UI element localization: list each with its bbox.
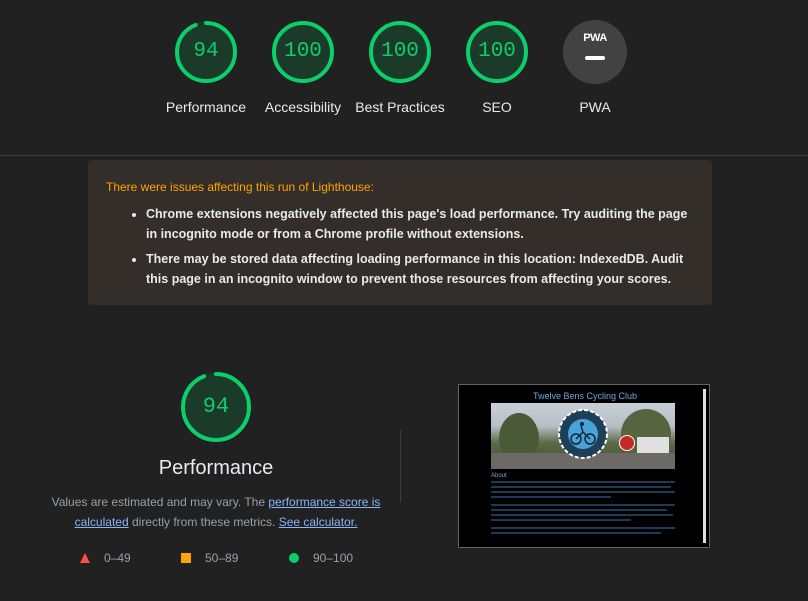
circle-icon — [289, 553, 299, 563]
gauge-label: Accessibility — [264, 99, 342, 115]
screenshot-banner-image — [491, 403, 675, 469]
square-icon — [181, 553, 191, 563]
performance-description: Values are estimated and may vary. The p… — [40, 492, 392, 532]
final-screenshot[interactable]: Twelve Bens Cycling Club About — [458, 384, 710, 548]
warning-item: There may be stored data affecting loadi… — [146, 249, 694, 289]
pwa-badge: PWA — [563, 20, 627, 84]
legend-range: 50–89 — [205, 551, 239, 565]
performance-score: 94 — [202, 394, 230, 419]
vertical-divider — [400, 430, 401, 502]
legend-range: 90–100 — [313, 551, 354, 565]
divider — [0, 155, 808, 156]
see-calculator-link[interactable]: See calculator. — [279, 515, 358, 529]
warning-item: Chrome extensions negatively affected th… — [146, 204, 694, 244]
legend-range: 0–49 — [104, 551, 131, 565]
warnings-title: There were issues affecting this run of … — [106, 180, 374, 194]
lighthouse-report: 94 Performance 100 Accessibility 100 Bes… — [0, 0, 808, 601]
warnings-list: Chrome extensions negatively affected th… — [106, 204, 694, 289]
gauge-score: 94 — [193, 40, 219, 63]
club-logo — [557, 408, 609, 460]
gauge-score: 100 — [478, 40, 516, 63]
desc-text: Values are estimated and may vary. The — [51, 495, 269, 509]
screenshot-scrollbar — [703, 389, 706, 543]
screenshot-heading: About — [491, 473, 507, 479]
performance-title: Performance — [158, 457, 274, 479]
warnings-box: There were issues affecting this run of … — [88, 160, 712, 305]
gauge-label: Performance — [165, 99, 247, 115]
triangle-icon — [80, 553, 90, 563]
gauge-score: 100 — [284, 40, 322, 63]
screenshot-body-text — [491, 481, 675, 537]
dash-icon — [585, 56, 605, 60]
gauge-label: SEO — [482, 99, 512, 115]
gauge-label: PWA — [579, 99, 611, 115]
desc-text: directly from these metrics. — [128, 515, 279, 529]
gauge-score: 100 — [381, 40, 419, 63]
pwa-badge-text: PWA — [583, 32, 607, 44]
gauge-label: Best Practices — [355, 99, 445, 115]
screenshot-site-title: Twelve Bens Cycling Club — [532, 391, 638, 401]
